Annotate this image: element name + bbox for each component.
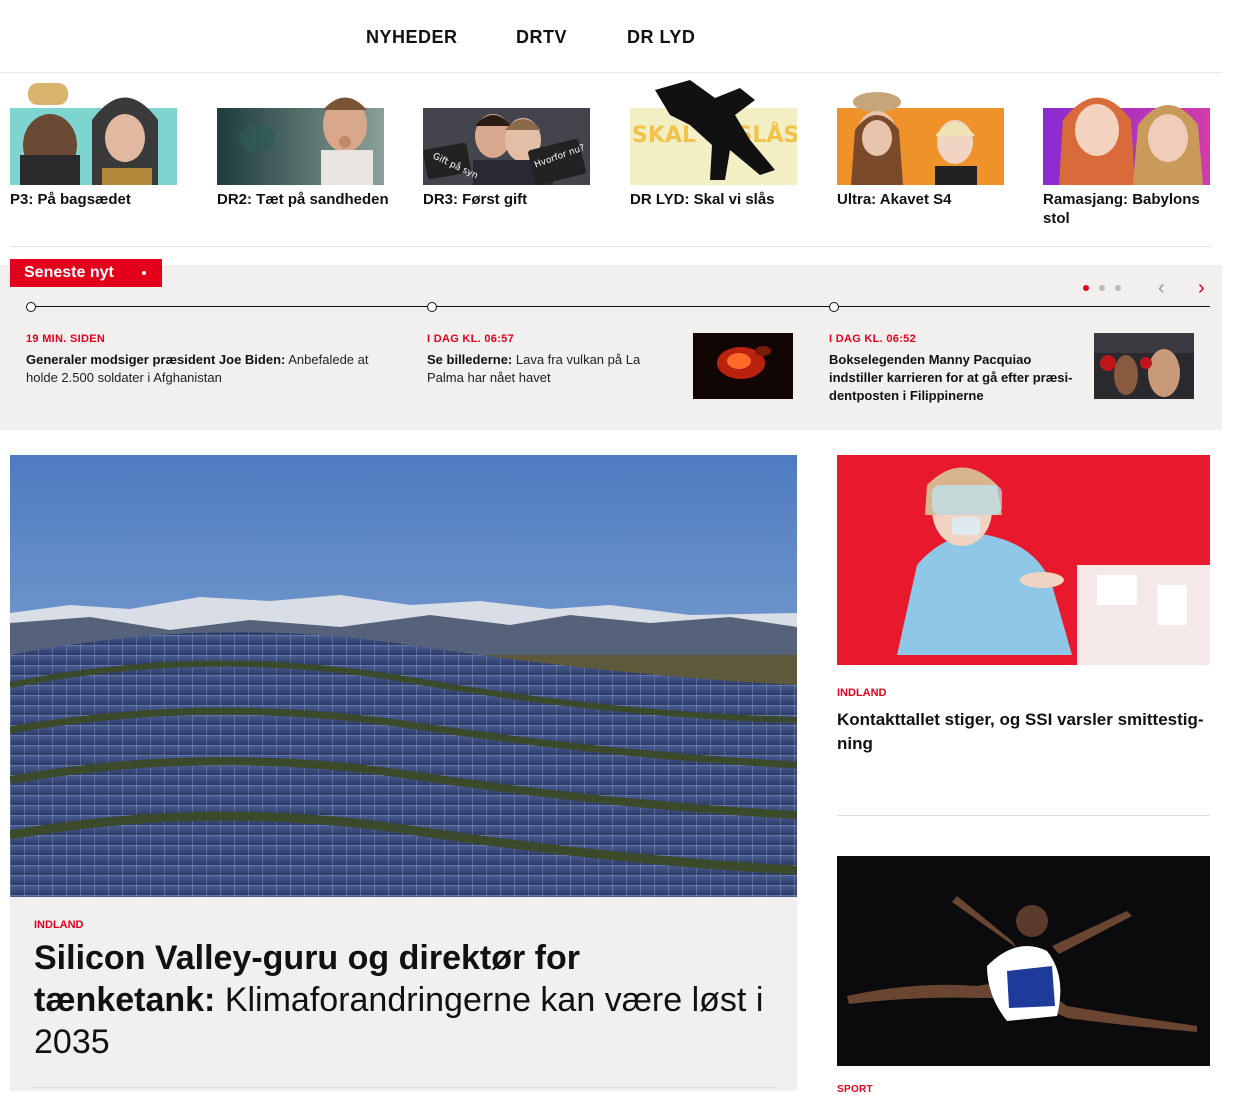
gymnast-image-icon	[837, 856, 1210, 1066]
timeline-node	[26, 302, 36, 312]
timeline-node	[829, 302, 839, 312]
pagination-dot-1[interactable]	[1083, 285, 1089, 291]
promo-ultra-label: Ultra: Akavet S4	[837, 191, 952, 208]
hero-photo	[10, 455, 797, 897]
chevron-right-icon[interactable]: ›	[1198, 277, 1205, 300]
promo-dr2-image	[217, 97, 384, 185]
latest-news-tag[interactable]: Seneste nyt	[10, 259, 162, 287]
promo-dr-lyd-label: DR LYD: Skal vi slås	[630, 191, 775, 208]
live-dot-icon	[142, 271, 146, 275]
promo-dr3-image: Gift på syn Hvorfor nu?	[423, 108, 590, 185]
timeline-line	[30, 306, 1210, 307]
program-promos: P3: På bagsædet DR2: Tæt på sandheden Gi…	[10, 80, 1210, 247]
side-article-2-kicker: SPORT	[837, 1084, 873, 1095]
news-time: I DAG KL. 06:57	[427, 333, 515, 345]
latest-news-panel: Seneste nyt ‹ › 19 MIN. SIDEN Generaler …	[0, 259, 1222, 430]
news-time: 19 MIN. SIDEN	[26, 333, 106, 345]
boxing-image-icon	[1094, 333, 1194, 399]
promo-ramasjang-image	[1043, 97, 1210, 185]
news-item-2[interactable]: I DAG KL. 06:57 Se billederne: Lava fra …	[427, 333, 672, 387]
two-girls-icon	[837, 92, 1004, 185]
side-article-1-photo	[837, 455, 1210, 665]
chevron-left-icon[interactable]: ‹	[1158, 277, 1165, 300]
side-article-1-title[interactable]: Kontakttallet stiger, og SSI varsler smi…	[837, 708, 1212, 756]
timeline-node	[427, 302, 437, 312]
two-kids-icon	[1043, 97, 1210, 185]
nav-dr-lyd[interactable]: DR LYD	[627, 27, 695, 48]
lava-thumbnail[interactable]	[693, 333, 793, 399]
people-illustration-icon	[10, 83, 177, 185]
couple-kissing-icon: Gift på syn Hvorfor nu?	[423, 108, 590, 185]
side-article-2-photo[interactable]	[837, 856, 1210, 1066]
news-item-1[interactable]: 19 MIN. SIDEN Generaler modsiger præside…	[26, 333, 396, 387]
side-article-1-kicker: INDLAND	[837, 687, 887, 699]
latest-news-tag-label: Seneste nyt	[24, 264, 114, 281]
divider	[837, 815, 1210, 816]
promo-dr3-label: DR3: Først gift	[423, 191, 528, 208]
nav-nyheder[interactable]: NYHEDER	[366, 27, 458, 48]
news-time: I DAG KL. 06:52	[829, 333, 917, 345]
nav-drtv[interactable]: DRTV	[516, 27, 567, 48]
news-text: Bokselegenden Manny Pacquiao indstiller …	[829, 352, 1073, 403]
promo-p3-image	[10, 83, 177, 185]
hero-kicker: INDLAND	[34, 919, 84, 931]
promo-p3-label: P3: På bagsædet	[10, 191, 131, 208]
promo-dr2-label: DR2: Tæt på sandheden	[217, 191, 389, 208]
promo-dr-lyd-image: SKAL VI SLÅS?	[630, 80, 797, 185]
promo-ultra-image	[837, 92, 1004, 185]
pagination-dot-2[interactable]	[1099, 285, 1105, 291]
divider	[34, 1087, 774, 1088]
health-worker-image-icon	[837, 455, 1210, 665]
promo-ramasjang-label: Ramasjang: Babylons stol	[1043, 191, 1200, 227]
pagination-dot-3[interactable]	[1115, 285, 1121, 291]
boxing-thumbnail[interactable]	[1094, 333, 1194, 399]
lava-image-icon	[693, 333, 793, 399]
solar-panels-image-icon	[10, 455, 797, 897]
news-text: Se billederne: Lava fra vulkan på La Pal…	[427, 352, 641, 385]
fighters-silhouette-icon: SKAL VI SLÅS?	[630, 80, 797, 185]
news-item-3[interactable]: I DAG KL. 06:52 Bokselegenden Manny Pacq…	[829, 333, 1084, 405]
man-portrait-icon	[217, 97, 384, 185]
hero-headline[interactable]: Silicon Valley-guru og direktør for tænk…	[34, 937, 764, 1063]
hero-article[interactable]: INDLAND Silicon Valley-guru og direktør …	[10, 455, 797, 1091]
news-text: Generaler modsiger præsident Joe Biden: …	[26, 352, 369, 385]
top-navigation: NYHEDER DRTV DR LYD	[0, 0, 1222, 73]
